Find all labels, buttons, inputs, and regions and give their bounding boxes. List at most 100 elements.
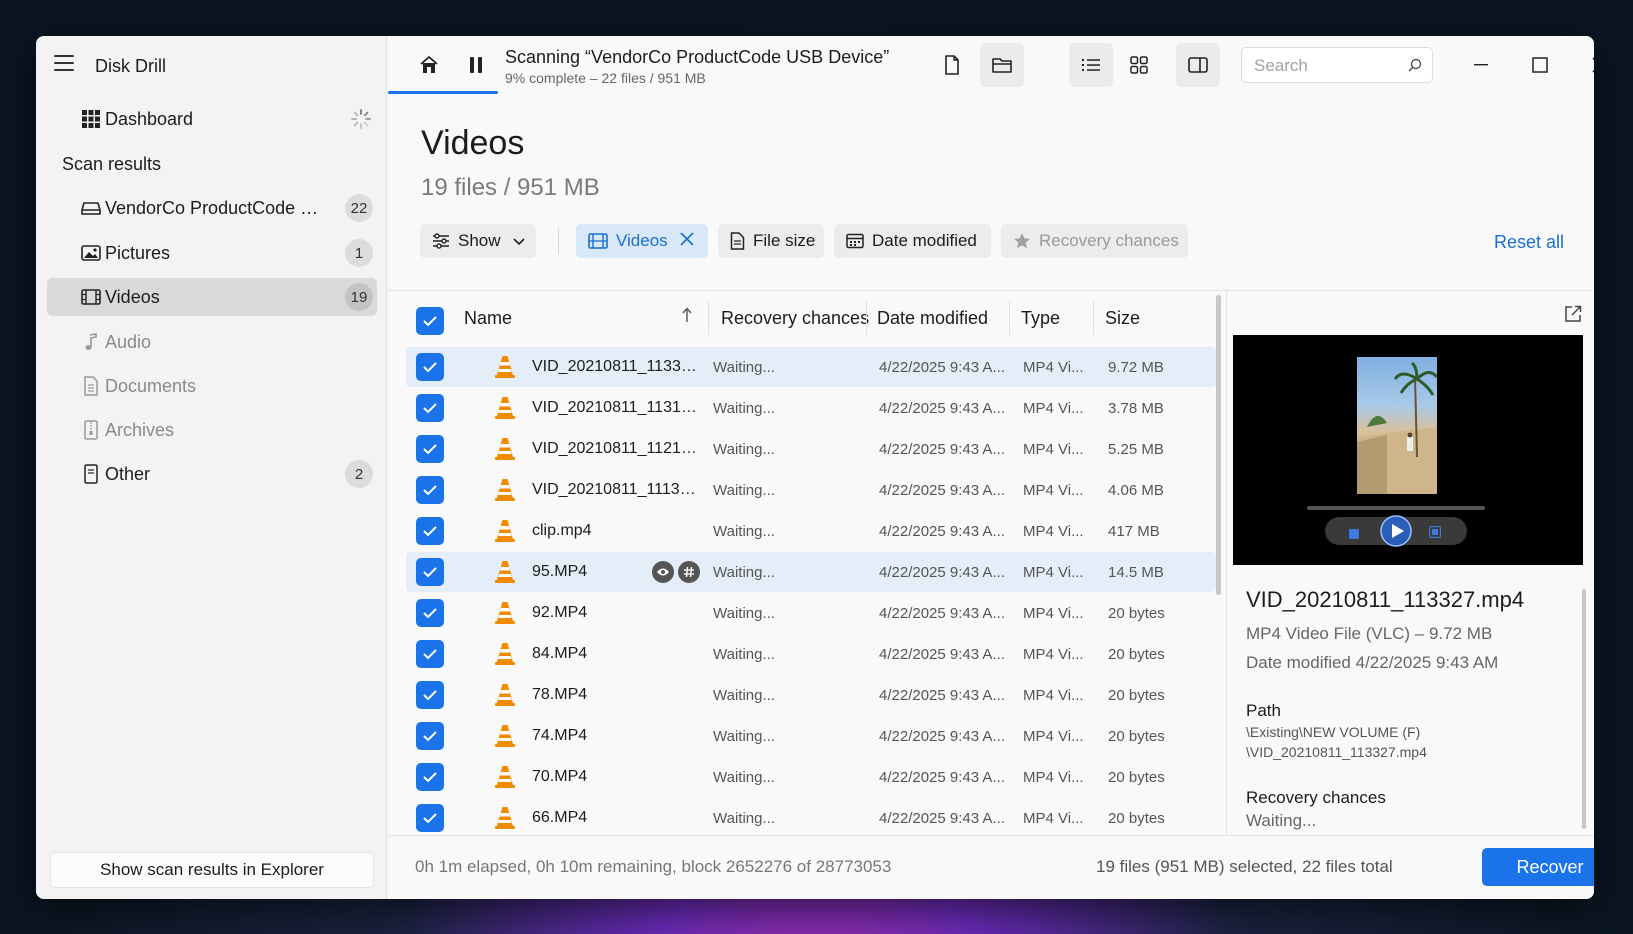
table-row[interactable]: 95.MP4 Waiting... 4/22/2025 9:43 A... MP4 V… xyxy=(406,552,1216,592)
table-row[interactable]: 92.MP4 Waiting... 4/22/2025 9:43 A... MP4 V… xyxy=(406,593,1216,633)
recovery-chances-cell: Waiting... xyxy=(713,605,775,622)
fullscreen-icon[interactable] xyxy=(1428,525,1442,543)
table-row[interactable]: 84.MP4 Waiting... 4/22/2025 9:43 A... MP4 V… xyxy=(406,634,1216,674)
play-icon[interactable] xyxy=(1380,515,1412,552)
sidebar-item-label: VendorCo ProductCode US... xyxy=(105,197,325,218)
sidebar-item-other[interactable]: Other 2 xyxy=(47,455,377,493)
sidebar-item-device[interactable]: VendorCo ProductCode US... 22 xyxy=(47,189,377,227)
recovery-chances-cell: Waiting... xyxy=(713,687,775,704)
recovery-chances-filter-button[interactable]: Recovery chances xyxy=(1001,224,1188,258)
search-icon[interactable] xyxy=(1408,58,1422,72)
remove-filter-icon[interactable] xyxy=(680,231,694,251)
preview-scrollbar[interactable] xyxy=(1582,589,1586,829)
videos-filter-chip[interactable]: Videos xyxy=(576,224,708,258)
table-row[interactable]: 74.MP4 Waiting... 4/22/2025 9:43 A... MP4 V… xyxy=(406,716,1216,756)
sidebar-item-dashboard[interactable]: Dashboard xyxy=(47,100,377,138)
sidebar-item-videos[interactable]: Videos 19 xyxy=(47,278,377,316)
row-checkbox[interactable] xyxy=(416,476,444,504)
column-name-header[interactable]: Name xyxy=(464,308,512,329)
video-thumbnail xyxy=(1357,357,1437,494)
sidebar-item-label: Audio xyxy=(105,331,152,352)
select-all-checkbox[interactable] xyxy=(416,307,444,335)
row-checkbox[interactable] xyxy=(416,558,444,586)
preview-path-line: \VID_20210811_113327.mp4 xyxy=(1246,744,1427,760)
video-progress-bar[interactable] xyxy=(1307,506,1485,510)
vlc-file-icon xyxy=(494,642,516,671)
column-type-header[interactable]: Type xyxy=(1021,308,1060,329)
sort-ascending-icon[interactable] xyxy=(682,307,692,328)
scan-progress: 9% complete – 22 files / 951 MB xyxy=(505,70,706,86)
row-checkbox[interactable] xyxy=(416,722,444,750)
checkmark-icon xyxy=(423,813,437,824)
list-view-button[interactable] xyxy=(1069,43,1113,87)
sidebar-panel-icon xyxy=(1188,57,1208,73)
scan-results-heading: Scan results xyxy=(62,154,162,174)
recovery-chances-cell: Waiting... xyxy=(713,769,775,786)
sidebar: Disk Drill Dashboard Scan results Vendor… xyxy=(36,36,387,899)
video-preview[interactable] xyxy=(1233,335,1583,565)
file-icon xyxy=(81,464,101,484)
row-checkbox[interactable] xyxy=(416,394,444,422)
grid-view-button[interactable] xyxy=(1120,46,1158,84)
close-button[interactable] xyxy=(1583,48,1594,82)
preview-eye-icon[interactable] xyxy=(652,561,674,583)
vlc-file-icon xyxy=(494,601,516,630)
row-checkbox[interactable] xyxy=(416,804,444,832)
open-external-icon[interactable] xyxy=(1564,305,1582,328)
column-size-header[interactable]: Size xyxy=(1105,308,1140,329)
hamburger-menu-icon[interactable] xyxy=(54,55,74,71)
table-row[interactable]: VID_20210811_113158... Waiting... 4/22/202… xyxy=(406,388,1216,428)
column-recovery-header[interactable]: Recovery chances xyxy=(721,308,869,329)
file-view-button[interactable] xyxy=(933,46,971,84)
table-row[interactable]: 66.MP4 Waiting... 4/22/2025 9:43 A... MP4 V… xyxy=(406,798,1216,835)
home-button[interactable] xyxy=(410,46,448,84)
recovery-chances-cell: Waiting... xyxy=(713,482,775,499)
table-row[interactable]: 78.MP4 Waiting... 4/22/2025 9:43 A... MP4 V… xyxy=(406,675,1216,715)
table-row[interactable]: 70.MP4 Waiting... 4/22/2025 9:43 A... MP4 V… xyxy=(406,757,1216,797)
row-checkbox[interactable] xyxy=(416,599,444,627)
minimize-button[interactable] xyxy=(1464,48,1498,82)
sidebar-item-pictures[interactable]: Pictures 1 xyxy=(47,234,377,272)
show-in-explorer-button[interactable]: Show scan results in Explorer xyxy=(50,852,374,888)
row-checkbox[interactable] xyxy=(416,640,444,668)
stop-icon[interactable] xyxy=(1349,526,1359,544)
sidebar-item-label: Pictures xyxy=(105,242,171,263)
table-scrollbar[interactable] xyxy=(1216,295,1221,595)
recovery-chances-cell: Waiting... xyxy=(713,564,775,581)
row-checkbox[interactable] xyxy=(416,763,444,791)
maximize-button[interactable] xyxy=(1523,48,1557,82)
column-date-header[interactable]: Date modified xyxy=(877,308,988,329)
search-box[interactable] xyxy=(1241,47,1433,83)
grid-icon xyxy=(81,109,101,129)
sidebar-item-label: Videos xyxy=(105,286,160,307)
sidebar-item-audio[interactable]: Audio xyxy=(47,323,377,361)
file-type-cell: MP4 Vi... xyxy=(1023,687,1084,704)
search-input[interactable] xyxy=(1254,54,1404,78)
file-size-filter-button[interactable]: File size xyxy=(718,224,824,258)
row-checkbox[interactable] xyxy=(416,353,444,381)
sidebar-item-archives[interactable]: Archives xyxy=(47,411,377,449)
table-row[interactable]: VID_20210811_113327... Waiting... 4/22/202… xyxy=(406,347,1216,387)
row-checkbox[interactable] xyxy=(416,681,444,709)
pause-button[interactable] xyxy=(457,46,495,84)
table-row[interactable]: VID_20210811_112105... Waiting... 4/22/202… xyxy=(406,429,1216,469)
folder-view-button[interactable] xyxy=(980,43,1024,87)
hash-icon[interactable] xyxy=(678,561,700,583)
show-filter-button[interactable]: Show xyxy=(420,224,536,258)
column-divider xyxy=(866,301,867,335)
reset-all-link[interactable]: Reset all xyxy=(1494,232,1564,253)
loading-spinner-icon xyxy=(351,109,371,129)
document-icon xyxy=(730,232,745,250)
video-controls xyxy=(1325,515,1467,547)
date-modified-filter-button[interactable]: Date modified xyxy=(834,224,991,258)
recover-button[interactable]: Recover xyxy=(1482,848,1594,886)
file-size-cell: 20 bytes xyxy=(1108,769,1165,786)
recovery-chances-cell: Waiting... xyxy=(713,359,775,376)
table-row[interactable]: VID_20210811_111344... Waiting... 4/22/202… xyxy=(406,470,1216,510)
file-name-cell: 84.MP4 xyxy=(532,645,588,662)
row-checkbox[interactable] xyxy=(416,517,444,545)
preview-pane-button[interactable] xyxy=(1176,43,1220,87)
sidebar-item-documents[interactable]: Documents xyxy=(47,367,377,405)
table-row[interactable]: clip.mp4 Waiting... 4/22/2025 9:43 A... MP4… xyxy=(406,511,1216,551)
row-checkbox[interactable] xyxy=(416,435,444,463)
